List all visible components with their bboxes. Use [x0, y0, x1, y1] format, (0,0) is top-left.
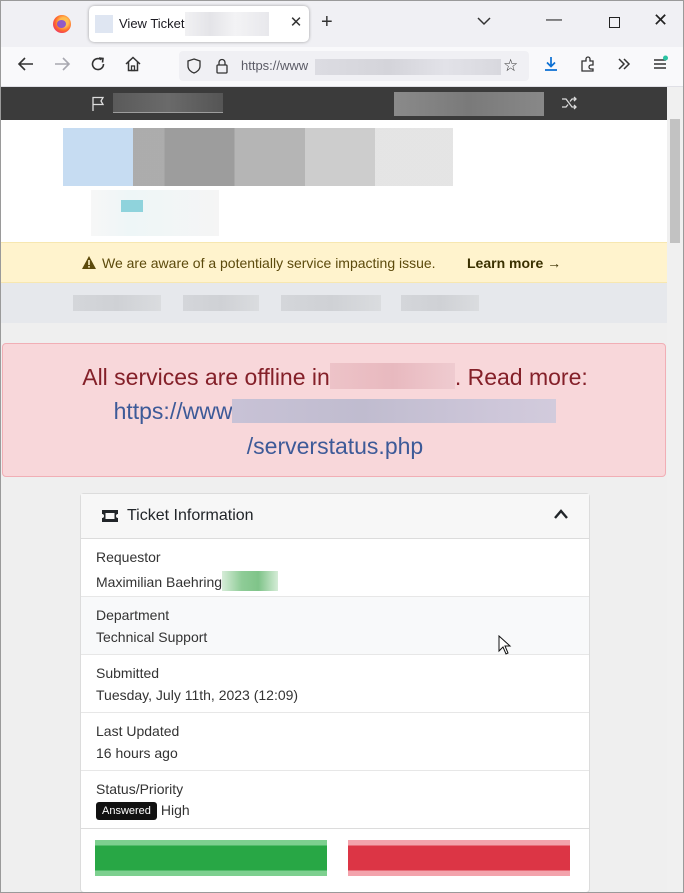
plus-icon[interactable]: + [321, 12, 333, 32]
scrollbar-thumb[interactable] [670, 119, 680, 243]
service-issue-banner: We are aware of a potentially service im… [1, 242, 667, 283]
requestor-name: Maximilian Baehring [96, 574, 223, 590]
last-updated-label: Last Updated [96, 723, 180, 739]
logo-subtitle-redacted [91, 190, 219, 236]
close-ticket-button-redacted[interactable] [348, 840, 570, 876]
tab-strip: View Ticket ✕ + — ✕ [1, 1, 683, 47]
status-link[interactable]: https://www [3, 398, 667, 425]
submitted-value: Tuesday, July 11th, 2023 (12:09) [96, 687, 299, 703]
back-icon[interactable] [15, 55, 37, 77]
forward-icon[interactable] [51, 55, 73, 77]
tab-favicon-icon [95, 15, 113, 33]
navigation-toolbar: https://www ☆ [1, 47, 683, 87]
chevron-up-icon[interactable] [553, 508, 569, 520]
close-icon[interactable]: ✕ [287, 14, 305, 32]
ticket-information-card: Ticket Information Requestor Maximilian … [80, 493, 590, 892]
cursor-icon [498, 635, 512, 655]
top-link-redacted[interactable] [394, 92, 544, 116]
offline-message: All services are offline in . Read more: [3, 363, 667, 391]
shuffle-icon[interactable] [561, 95, 577, 111]
requestor-value: Maximilian Baehring [96, 571, 279, 591]
shield-icon[interactable] [187, 58, 201, 74]
site-logo-redacted[interactable] [63, 128, 453, 186]
status-link-prefix[interactable]: https://www [114, 398, 233, 424]
ticket-card-header[interactable]: Ticket Information [81, 494, 589, 539]
status-link-redacted[interactable] [232, 399, 557, 423]
home-icon[interactable] [122, 55, 144, 77]
requestor-email-redacted [222, 571, 279, 591]
site-header [1, 120, 667, 242]
service-issue-text: We are aware of a potentially service im… [102, 255, 436, 271]
location-redacted [329, 363, 455, 389]
download-icon[interactable] [540, 55, 562, 77]
flag-icon[interactable] [91, 96, 105, 112]
warning-icon [82, 256, 96, 269]
status-priority-label: Status/Priority [96, 781, 184, 797]
page-viewport: We are aware of a potentially service im… [1, 87, 667, 892]
last-updated-row: Last Updated 16 hours ago [81, 713, 589, 771]
status-priority-row: Status/Priority Answered High [81, 771, 589, 829]
extensions-icon[interactable] [577, 55, 599, 77]
main-navigation-redacted [1, 283, 667, 323]
url-redacted [315, 59, 501, 75]
reload-icon[interactable] [87, 55, 109, 77]
status-link-path[interactable]: /serverstatus.php [3, 433, 667, 460]
lock-icon[interactable] [215, 58, 229, 74]
maximize-icon[interactable] [609, 17, 620, 28]
tab-title-redacted [185, 12, 269, 36]
firefox-icon[interactable] [53, 15, 71, 33]
minimize-icon[interactable]: — [546, 11, 562, 29]
ticket-card-title: Ticket Information [127, 507, 254, 524]
page-scrollbar[interactable] [667, 87, 683, 892]
ticket-actions [81, 830, 589, 892]
offline-message-end: . Read more: [454, 364, 588, 390]
status-badge: Answered [96, 802, 157, 820]
department-label: Department [96, 607, 170, 623]
nav-item-redacted[interactable] [73, 295, 161, 311]
star-icon[interactable]: ☆ [503, 56, 518, 76]
nav-item-redacted[interactable] [401, 295, 479, 311]
address-bar[interactable]: https://www ☆ [179, 51, 529, 81]
requestor-label: Requestor [96, 549, 161, 565]
requestor-row: Requestor Maximilian Baehring [81, 539, 589, 597]
reply-button-redacted[interactable] [95, 840, 327, 876]
menu-icon[interactable] [649, 55, 671, 77]
nav-item-redacted[interactable] [183, 295, 259, 311]
submitted-label: Submitted [96, 665, 160, 681]
department-row: Department Technical Support [81, 597, 589, 655]
services-offline-alert: All services are offline in. Read more: … [2, 343, 666, 477]
department-value: Technical Support [96, 629, 208, 645]
ticket-icon [102, 510, 118, 522]
priority-value: High [160, 802, 190, 818]
language-selector-redacted[interactable] [113, 93, 223, 113]
chevron-down-icon[interactable] [477, 13, 491, 29]
submitted-row: Submitted Tuesday, July 11th, 2023 (12:0… [81, 655, 589, 713]
nav-item-redacted[interactable] [281, 295, 381, 311]
offline-message-start: All services are offline in [82, 364, 330, 390]
last-updated-value: 16 hours ago [96, 745, 178, 761]
learn-more-link[interactable]: Learn more → [467, 255, 561, 271]
tab-view-ticket[interactable]: View Ticket ✕ [89, 6, 309, 42]
browser-window: View Ticket ✕ + — ✕ https://www ☆ We are… [0, 0, 684, 893]
window-close-icon[interactable]: ✕ [653, 10, 668, 31]
overflow-icon[interactable] [613, 55, 635, 77]
status-priority-value: Answered High [96, 802, 190, 820]
tab-title: View Ticket [119, 16, 185, 31]
url-text: https://www [241, 58, 309, 73]
logo-accent [121, 200, 143, 212]
top-utility-bar [1, 87, 667, 120]
